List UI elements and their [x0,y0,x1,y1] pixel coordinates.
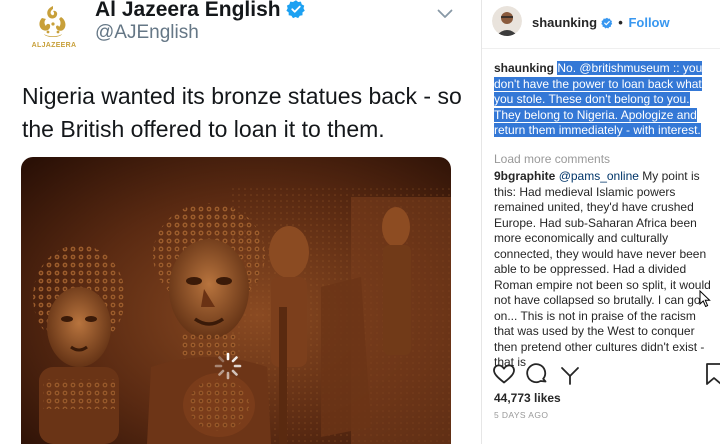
cursor-icon [699,289,711,313]
comment-username[interactable]: 9bgraphite [494,169,555,183]
aj-logo-icon[interactable]: ALJAZEERA [28,2,78,50]
comment-icon[interactable] [525,362,549,391]
aj-logo-text: ALJAZEERA [31,42,77,49]
verified-badge-icon [600,17,613,32]
load-more-comments-button[interactable]: Load more comments [494,152,610,166]
caption-comment: shaunking No. @britishmuseum :: you don'… [494,61,714,139]
account-name-text[interactable]: Al Jazeera English [95,0,281,21]
instagram-username-row: shaunking • Follow [532,15,670,32]
separator-dot: • [618,15,623,30]
header-divider [482,48,720,49]
instagram-post-header: shaunking • Follow [482,0,720,48]
tweet-media-image[interactable] [21,157,451,444]
verified-badge-icon [285,0,306,25]
bookmark-icon[interactable] [704,362,720,391]
avatar[interactable] [492,6,522,36]
heart-icon[interactable] [492,362,516,391]
loading-spinner-icon [213,351,243,386]
tweet-panel: ALJAZEERA Al Jazeera English @AJEnglish … [0,0,482,444]
chevron-down-icon[interactable] [437,6,453,24]
comment-mention[interactable]: @pams_online [559,169,639,183]
tweet-handle[interactable]: @AJEnglish [95,22,199,44]
follow-button[interactable]: Follow [628,15,669,30]
comment-item: 9bgraphite @pams_online My point is this… [494,169,716,371]
post-action-bar [492,362,720,388]
instagram-panel: shaunking • Follow shaunking No. @britis… [482,0,720,444]
post-timestamp[interactable]: 5 DAYS AGO [494,410,548,420]
comment-text: My point is this: Had medieval Islamic p… [494,169,711,369]
likes-count[interactable]: 44,773 likes [494,391,561,405]
comment-username[interactable]: shaunking [494,61,554,75]
tweet-text: Nigeria wanted its bronze statues back -… [22,83,462,142]
instagram-username[interactable]: shaunking [532,15,597,30]
share-icon[interactable] [558,362,582,391]
